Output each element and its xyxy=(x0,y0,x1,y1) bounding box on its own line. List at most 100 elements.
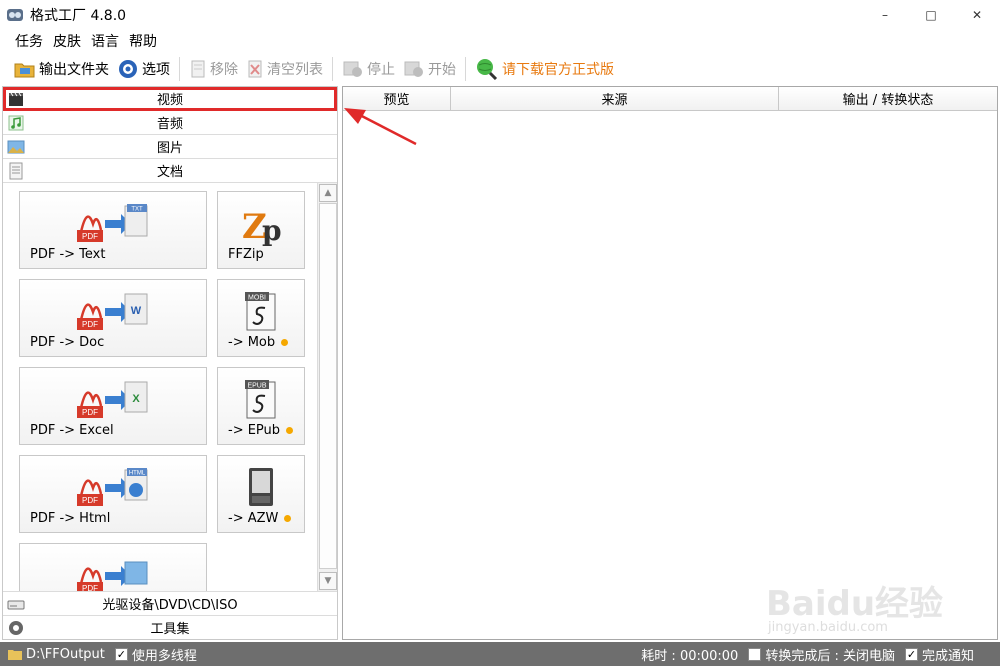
multithread-checkbox[interactable]: ✓ xyxy=(114,647,128,661)
tools-scrollbar[interactable]: ▲ ▼ xyxy=(317,183,337,591)
close-button[interactable]: ✕ xyxy=(954,0,1000,30)
menu-skin[interactable]: 皮肤 xyxy=(48,31,86,51)
category-image[interactable]: 图片 xyxy=(3,135,337,159)
category-image-label: 图片 xyxy=(156,141,183,156)
excel-badge-text: X xyxy=(132,393,140,405)
audio-note-icon xyxy=(8,115,24,131)
column-output-status[interactable]: 输出 / 转换状态 xyxy=(779,87,997,110)
pdf-to-doc-icon: PDF W xyxy=(77,293,148,330)
category-audio-label: 音频 xyxy=(156,117,183,132)
tile-to-azw[interactable]: -> AZW xyxy=(217,455,305,533)
status-bar: D:\FFOutput ✓ 使用多线程 耗时 : 00:00:00 转换完成后 … xyxy=(0,642,1000,666)
tile-to-epub-label: -> EPub xyxy=(228,423,281,438)
column-source[interactable]: 来源 xyxy=(451,87,779,110)
tile-to-mob-label: -> Mob xyxy=(228,335,276,350)
pdf-badge-text: PDF xyxy=(82,320,98,329)
tile-pdf-to-html[interactable]: PDF HTML PDF -> Html xyxy=(19,455,207,533)
menu-language[interactable]: 语言 xyxy=(86,31,124,51)
output-folder-button[interactable]: 输出文件夹 xyxy=(10,55,113,83)
document-tools-grid: PDF TXT PDF -> Text Z p FFZip PDF W PDF … xyxy=(3,183,317,591)
download-official-button[interactable]: 请下载官方正式版 xyxy=(471,55,618,83)
tile-pdf-to-text-label: PDF -> Text xyxy=(30,247,106,262)
start-button[interactable]: 开始 xyxy=(399,55,460,83)
tile-pdf-to-excel[interactable]: PDF X PDF -> Excel xyxy=(19,367,207,445)
pdf-to-image-icon: PDF xyxy=(77,561,148,591)
minimize-button[interactable]: – xyxy=(862,0,908,30)
menu-bar: 任务 皮肤 语言 帮助 xyxy=(0,30,1000,52)
options-gear-icon xyxy=(119,60,137,78)
stop-icon xyxy=(343,61,362,77)
start-icon xyxy=(404,61,423,77)
elapsed-time: 耗时 : 00:00:00 xyxy=(641,648,739,664)
ereader-device-icon xyxy=(249,468,273,506)
start-label: 开始 xyxy=(428,62,456,78)
remove-icon xyxy=(191,60,205,78)
tile-pdf-to-doc-label: PDF -> Doc xyxy=(30,335,105,350)
stop-button[interactable]: 停止 xyxy=(338,55,399,83)
after-convert-checkbox[interactable] xyxy=(748,647,762,661)
category-audio[interactable]: 音频 xyxy=(3,111,337,135)
new-badge-dot xyxy=(286,427,294,434)
clear-list-label: 清空列表 xyxy=(267,62,323,78)
category-optical-drive[interactable]: 光驱设备\DVD\CD\ISO xyxy=(3,591,337,615)
scroll-down-arrow[interactable]: ▼ xyxy=(319,572,337,590)
window-title: 格式工厂 4.8.0 xyxy=(30,8,127,24)
category-toolbox[interactable]: 工具集 xyxy=(3,615,337,639)
category-optical-label: 光驱设备\DVD\CD\ISO xyxy=(102,598,238,613)
pdf-badge-text: PDF xyxy=(82,584,98,591)
mobi-file-icon: MOBI xyxy=(245,292,276,331)
stop-label: 停止 xyxy=(367,62,395,78)
category-document[interactable]: 文档 xyxy=(3,159,337,183)
ffzip-icon: Z p xyxy=(242,207,282,246)
tile-to-mob[interactable]: MOBI -> Mob xyxy=(217,279,305,357)
scroll-up-arrow[interactable]: ▲ xyxy=(319,184,337,202)
title-bar: 格式工厂 4.8.0 – □ ✕ xyxy=(0,0,1000,30)
output-path[interactable]: D:\FFOutput xyxy=(26,647,105,662)
tile-to-epub[interactable]: EPUB -> EPub xyxy=(217,367,305,445)
word-badge-text: W xyxy=(131,305,142,317)
menu-help[interactable]: 帮助 xyxy=(124,31,162,51)
options-button[interactable]: 选项 xyxy=(113,55,174,83)
notify-checkbox[interactable]: ✓ xyxy=(904,647,918,661)
new-badge-dot xyxy=(284,515,292,522)
maximize-button[interactable]: □ xyxy=(908,0,954,30)
task-list-header: 预览 来源 输出 / 转换状态 xyxy=(343,87,997,111)
category-video-label: 视频 xyxy=(156,93,183,108)
scroll-thumb[interactable] xyxy=(319,203,337,569)
tile-pdf-to-doc[interactable]: PDF W PDF -> Doc xyxy=(19,279,207,357)
toolbar-separator xyxy=(179,57,180,81)
clear-list-icon xyxy=(248,60,262,78)
optical-drive-icon xyxy=(7,600,25,610)
txt-badge-text: TXT xyxy=(131,207,143,213)
clear-list-button[interactable]: 清空列表 xyxy=(242,55,327,83)
tile-pdf-to-html-label: PDF -> Html xyxy=(30,511,111,526)
function-panel: 视频 音频 图片 文档 PDF TXT PDF -> Text Z p FFZi… xyxy=(2,86,338,640)
document-page-icon xyxy=(9,162,23,180)
tile-ffzip[interactable]: Z p FFZip xyxy=(217,191,305,269)
folder-icon xyxy=(14,63,35,78)
baidu-watermark: Baidu经验 xyxy=(766,584,944,624)
menu-task[interactable]: 任务 xyxy=(10,31,48,51)
toolbar-separator xyxy=(465,57,466,81)
epub-file-icon: EPUB xyxy=(245,380,276,419)
category-toolbox-label: 工具集 xyxy=(150,622,190,637)
remove-label: 移除 xyxy=(210,62,238,78)
app-logo-icon xyxy=(7,9,23,21)
notify-label: 完成通知 xyxy=(921,648,974,664)
multithread-label: 使用多线程 xyxy=(131,648,197,664)
category-video[interactable]: 视频 xyxy=(3,87,337,111)
pdf-to-excel-icon: PDF X xyxy=(77,381,148,418)
tile-ffzip-label: FFZip xyxy=(228,247,264,262)
remove-button[interactable]: 移除 xyxy=(185,55,242,83)
pdf-badge-text: PDF xyxy=(82,496,98,505)
pdf-badge-text: PDF xyxy=(82,408,98,417)
tile-pdf-to-text[interactable]: PDF TXT PDF -> Text xyxy=(19,191,207,269)
annotation-arrow-icon xyxy=(344,108,417,146)
toolbar-separator xyxy=(332,57,333,81)
globe-search-icon xyxy=(477,59,498,80)
new-badge-dot xyxy=(281,339,289,346)
toolbar: 输出文件夹 选项 移除 清空列表 停止 开始 请下载官方正式版 xyxy=(0,54,1000,84)
tile-pdf-to-image[interactable]: PDF xyxy=(19,543,207,591)
toolbox-gear-icon xyxy=(9,621,23,635)
baidu-watermark-url: jingyan.baidu.com xyxy=(768,620,888,635)
